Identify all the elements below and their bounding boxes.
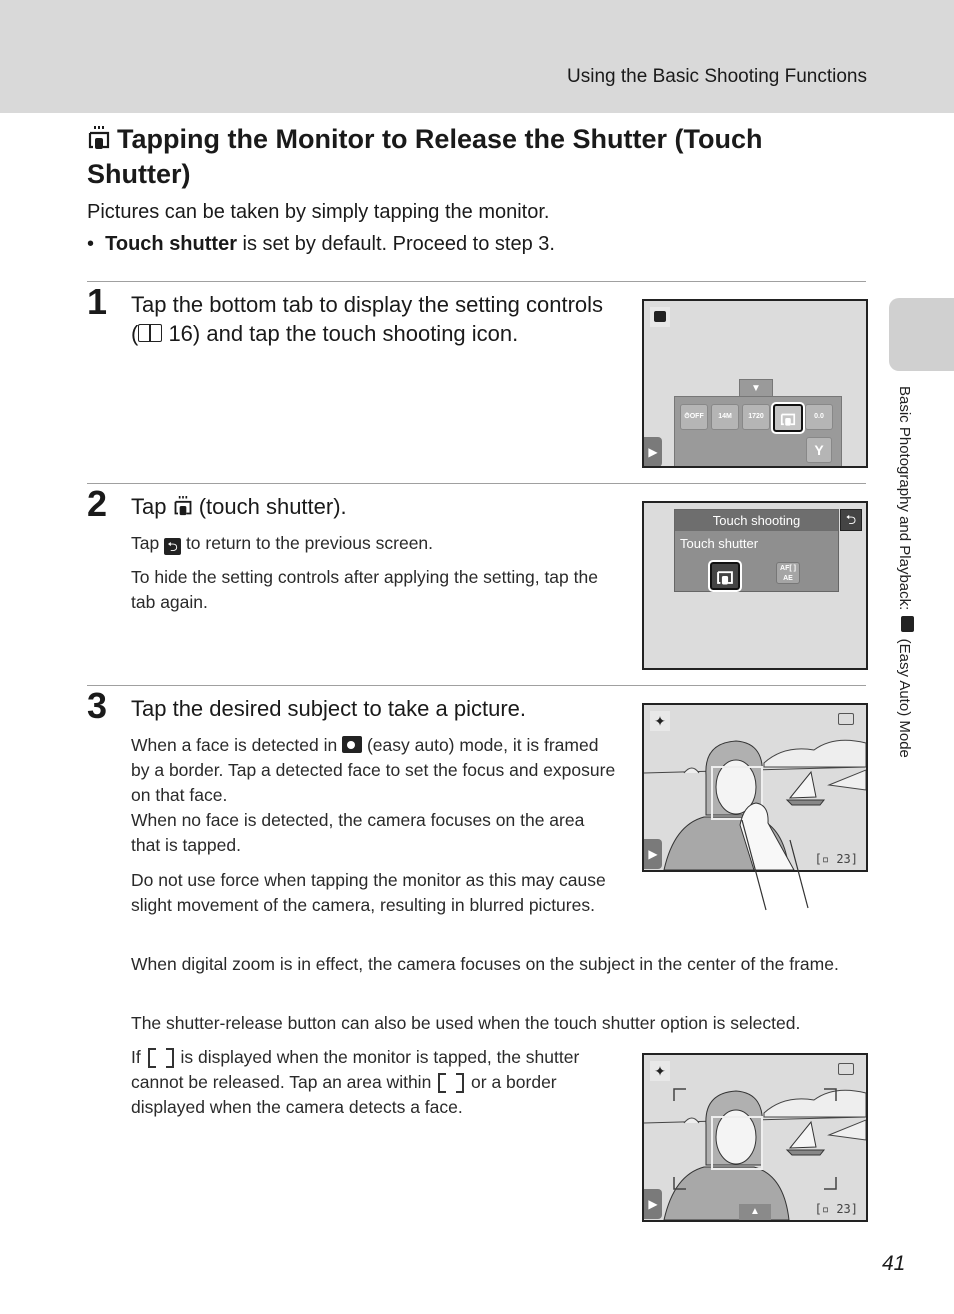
step2-para1-b: to return to the previous screen. xyxy=(181,533,434,553)
menu-title: Touch shooting xyxy=(675,510,838,531)
touch-shooting-menu: Touch shooting Touch shutter AF[ ] AE xyxy=(674,509,839,592)
step-title: Tap (touch shutter). xyxy=(131,492,611,521)
touch-shooting-button[interactable] xyxy=(771,402,805,434)
self-timer-value: OFF xyxy=(689,413,704,420)
step-number: 2 xyxy=(87,483,108,524)
step2-para1-a: Tap xyxy=(131,533,165,553)
step2-title-a: Tap xyxy=(131,494,173,519)
option-label: Touch shutter xyxy=(680,536,759,551)
running-head: Using the Basic Shooting Functions xyxy=(567,66,867,87)
wrench-icon[interactable]: Y xyxy=(806,437,832,463)
step3-para5-a: If xyxy=(131,1047,146,1067)
self-timer-button[interactable]: ⏱OFF xyxy=(680,404,708,430)
frames-remaining-value: 23 xyxy=(836,852,851,866)
step-number: 1 xyxy=(87,281,108,322)
step3-para1: When a face is detected in (easy auto) m… xyxy=(131,733,616,858)
page-title-text: Tapping the Monitor to Release the Shutt… xyxy=(87,124,763,189)
section-label-mode: (Easy Auto) Mode xyxy=(896,634,913,758)
exposure-compensation-button[interactable]: 0.0 xyxy=(805,404,833,430)
scene-illustration xyxy=(644,739,866,870)
step3-para2: Do not use force when tapping the monito… xyxy=(131,870,606,915)
intro-text: Pictures can be taken by simply tapping … xyxy=(87,201,550,223)
vibration-reduction-icon xyxy=(838,713,854,725)
header-band xyxy=(0,0,954,113)
step1-title-b: 16) and tap the touch shooting icon. xyxy=(162,321,519,346)
page-number: 41 xyxy=(882,1252,906,1275)
scene-auto-selector-icon: ✦ xyxy=(650,1061,670,1081)
section-label-text: Basic Photography and Playback: xyxy=(896,386,913,615)
divider xyxy=(87,483,866,484)
frames-remaining: [▫ 23] xyxy=(814,852,858,866)
camera-screen-setting-controls: ▼ ⏱OFF 14M 1720 0.0 Y ▶ xyxy=(642,299,868,468)
vibration-reduction-icon xyxy=(838,1063,854,1075)
section-tab xyxy=(889,298,954,371)
focus-area-bracket-icon xyxy=(146,1046,176,1068)
bullet-rest: is set by default. Proceed to step 3. xyxy=(236,233,555,255)
back-button[interactable]: ⮌ xyxy=(840,509,862,531)
frames-remaining: [▫ 23] xyxy=(814,1202,858,1216)
bullet-item: • Touch shutter is set by default. Proce… xyxy=(87,233,555,255)
bullet-bold: Touch shutter xyxy=(105,233,237,255)
page-title: Tapping the Monitor to Release the Shutt… xyxy=(87,122,827,192)
step3-para3: When digital zoom is in effect, the came… xyxy=(131,954,839,974)
touch-shutter-icon xyxy=(87,125,111,151)
image-mode-button[interactable]: 14M xyxy=(711,404,739,430)
step3-para1-c: When no face is detected, the camera foc… xyxy=(131,810,585,855)
scene-auto-selector-icon: ✦ xyxy=(650,711,670,731)
step2-title-b: (touch shutter). xyxy=(192,494,347,519)
touch-af-ae-option[interactable]: AF[ ] AE xyxy=(776,562,800,584)
section-label: Basic Photography and Playback: (Easy Au… xyxy=(896,386,915,758)
step-title: Tap the bottom tab to display the settin… xyxy=(131,290,611,348)
exposure-value: 0.0 xyxy=(814,413,824,420)
book-reference-icon xyxy=(138,324,163,342)
left-tab-button[interactable]: ▶ xyxy=(644,1189,662,1219)
movie-button[interactable]: 1720 xyxy=(742,404,770,430)
focus-area-bracket-icon xyxy=(436,1071,466,1093)
touch-shutter-option[interactable] xyxy=(708,560,742,592)
camera-screen-touch-shooting-menu: Touch shooting Touch shutter AF[ ] AE ⮌ xyxy=(642,501,868,670)
step-number: 3 xyxy=(87,685,108,726)
bottom-tab-button[interactable]: ▲ xyxy=(739,1204,771,1220)
scene-illustration xyxy=(644,1088,866,1220)
touch-shutter-icon xyxy=(173,495,193,517)
easy-auto-camera-icon xyxy=(342,736,363,753)
step3-para1-a: When a face is detected in xyxy=(131,735,343,755)
step2-para2: To hide the setting controls after apply… xyxy=(131,567,598,612)
shooting-mode-indicator xyxy=(650,307,670,327)
camera-screen-face-detected: ✦ ▶ [▫ 23] xyxy=(642,703,868,872)
movie-value: 1720 xyxy=(748,413,764,420)
step3-para5: If is displayed when the monitor is tapp… xyxy=(131,1045,611,1120)
step-title: Tap the desired subject to take a pictur… xyxy=(131,696,527,721)
left-tab-button[interactable]: ▶ xyxy=(644,437,662,466)
image-mode-value: 14M xyxy=(718,413,732,420)
easy-auto-camera-icon xyxy=(901,616,915,633)
step3-para4: The shutter-release button can also be u… xyxy=(131,1013,801,1033)
divider xyxy=(87,685,866,686)
frames-remaining-value: 23 xyxy=(836,1202,851,1216)
back-icon: ⮌ xyxy=(164,538,182,555)
camera-screen-focus-area: ✦ ▶ ▲ [▫ 23] xyxy=(642,1053,868,1222)
left-tab-button[interactable]: ▶ xyxy=(644,839,662,869)
step2-para1: Tap ⮌ to return to the previous screen. xyxy=(131,531,621,556)
divider xyxy=(87,281,866,282)
easy-auto-camera-icon xyxy=(654,311,666,322)
